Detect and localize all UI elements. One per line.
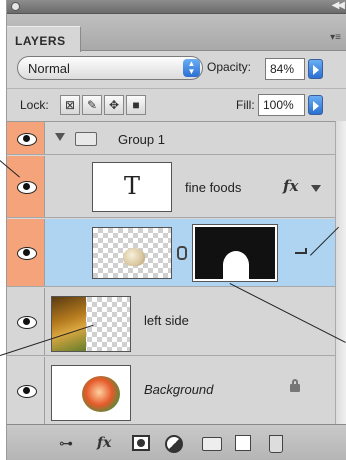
layer-row-text[interactable]: T fine foods fx [7, 156, 335, 218]
add-mask-icon[interactable] [132, 435, 150, 451]
layer-mask-thumbnail[interactable] [192, 224, 278, 282]
mask-shape [223, 251, 249, 279]
link-glyph-icon [295, 248, 307, 254]
image-layer-thumbnail [51, 296, 131, 352]
flower-image [123, 248, 145, 266]
close-panel-button[interactable] [11, 2, 20, 11]
eye-icon [17, 316, 37, 329]
eye-icon [17, 181, 37, 194]
layer-row-masked[interactable] [7, 219, 335, 287]
layers-scrollbar[interactable] [335, 121, 346, 424]
layer-locked-icon [290, 379, 300, 392]
background-thumbnail [51, 365, 131, 421]
lock-label: Lock: [20, 98, 49, 112]
tab-layers-label: LAYERS [15, 34, 66, 48]
fill-label: Fill: [236, 98, 255, 112]
new-group-icon[interactable] [202, 437, 222, 451]
fill-slider-button[interactable] [308, 95, 323, 115]
layer-name: left side [144, 313, 189, 328]
blend-mode-select[interactable]: Normal ▲ ▼ [17, 56, 203, 80]
panel-menu-icon[interactable]: ▾≡ [330, 32, 341, 43]
layer-effects-icon[interactable]: fx [283, 177, 298, 195]
blend-mode-stepper-icon[interactable]: ▲ ▼ [183, 59, 200, 77]
link-layers-icon[interactable]: ⊶ [59, 435, 73, 452]
lock-all-icon[interactable]: ■ [126, 95, 146, 115]
collapse-panel-icon[interactable]: ◀◀ [332, 0, 345, 11]
food-photo [82, 376, 120, 412]
image-layer-thumbnail [92, 227, 172, 279]
layer-row-background[interactable]: Background [7, 357, 335, 425]
layers-bottom-toolbar: ⊶ fx [7, 424, 346, 460]
layer-name: Group 1 [118, 132, 165, 147]
opacity-label: Opacity: [207, 60, 252, 74]
layers-panel: ◀◀ LAYERS ▾≡ Normal ▲ ▼ Opacity: 84% Lock… [6, 0, 346, 460]
fill-input[interactable]: 100% [258, 94, 305, 116]
text-layer-thumbnail: T [92, 162, 172, 212]
add-layer-style-icon[interactable]: fx [97, 435, 111, 451]
lock-fill-row: Lock: ⊠ ✎ ✥ ■ Fill: 100% [7, 88, 346, 120]
lock-image-pixels-icon[interactable]: ✎ [82, 95, 102, 115]
food-photo [52, 297, 86, 351]
delete-layer-icon[interactable] [269, 435, 283, 453]
opacity-slider-button[interactable] [308, 59, 323, 79]
layer-row-group[interactable]: Group 1 [7, 122, 335, 155]
visibility-toggle[interactable] [7, 288, 45, 355]
lock-position-icon[interactable]: ✥ [104, 95, 124, 115]
mask-link-icon[interactable] [177, 246, 187, 260]
blend-mode-value: Normal [28, 61, 70, 76]
eye-icon [17, 385, 37, 398]
tab-layers[interactable]: LAYERS [7, 26, 81, 52]
panel-tab-row: LAYERS ▾≡ [7, 14, 346, 52]
lock-transparent-pixels-icon[interactable]: ⊠ [60, 95, 80, 115]
visibility-toggle[interactable] [7, 357, 45, 424]
new-adjustment-layer-icon[interactable] [165, 435, 183, 453]
visibility-toggle[interactable] [7, 219, 45, 286]
new-layer-icon[interactable] [235, 435, 251, 451]
layer-name: fine foods [185, 180, 242, 195]
opacity-input[interactable]: 84% [265, 58, 305, 80]
eye-icon [17, 133, 37, 146]
layer-name: Background [144, 382, 214, 397]
expand-effects-icon[interactable] [311, 185, 321, 192]
panel-titlebar: ◀◀ [7, 0, 346, 14]
folder-icon [75, 132, 97, 146]
blend-opacity-row: Normal ▲ ▼ Opacity: 84% [7, 51, 346, 87]
disclosure-triangle-icon[interactable] [55, 133, 65, 141]
layers-list: Group 1 T fine foods fx left side Backgr… [7, 121, 346, 425]
visibility-toggle[interactable] [7, 122, 45, 154]
visibility-toggle[interactable] [7, 156, 45, 217]
eye-icon [17, 247, 37, 260]
layer-row-image[interactable]: left side [7, 288, 335, 356]
